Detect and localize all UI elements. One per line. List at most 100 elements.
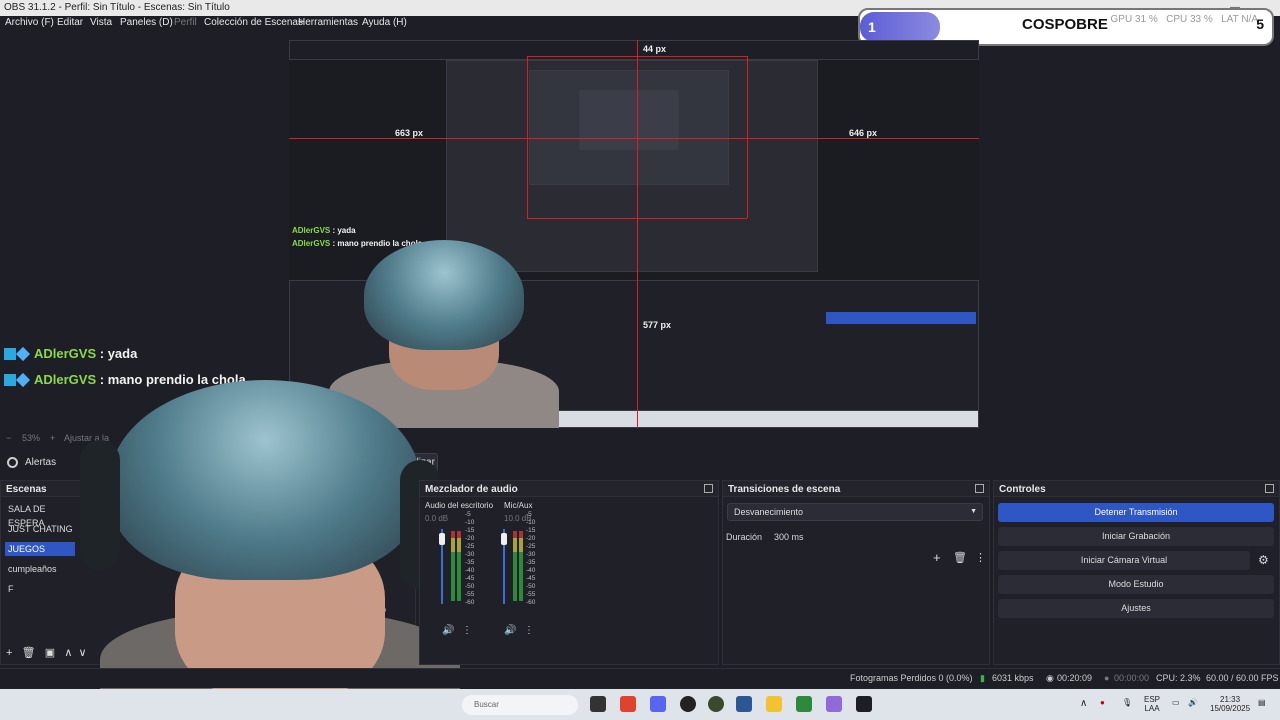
- popout-icon[interactable]: [704, 484, 713, 493]
- taskbar-search[interactable]: Buscar: [462, 695, 578, 715]
- xbox-icon[interactable]: [708, 696, 724, 712]
- minecraft-icon[interactable]: [796, 696, 812, 712]
- chat-user: ADlerGVS: [34, 346, 97, 361]
- nested-chat-text: yada: [337, 226, 356, 235]
- volume-icon[interactable]: 🔊: [1188, 698, 1198, 707]
- menu-paneles[interactable]: Paneles (D): [120, 17, 173, 28]
- notification-icon[interactable]: ▤: [1258, 698, 1266, 707]
- remove-icon[interactable]: 🗑: [953, 551, 967, 564]
- terminal-icon[interactable]: [856, 696, 872, 712]
- scale-tick: -25: [465, 543, 475, 550]
- lang-1: ESP: [1144, 695, 1161, 704]
- measure-right: 646 px: [849, 128, 878, 138]
- scale-tick: -40: [526, 567, 536, 574]
- guide-box-top: [527, 56, 747, 57]
- mic-icon[interactable]: 🎙: [1122, 698, 1132, 707]
- add-icon[interactable]: +: [933, 550, 941, 565]
- menu-coleccion-escenas[interactable]: Colección de Escenas: [204, 17, 303, 28]
- mic-db-scale: -5 -10 -15 -20 -25 -30 -35 -40 -45 -50 -55 -60: [526, 511, 535, 607]
- studio-mode-button[interactable]: Modo Estudio: [998, 575, 1274, 594]
- gear-icon[interactable]: [7, 457, 18, 468]
- nested-chat-user: ADlerGVS: [292, 226, 331, 235]
- scene-item[interactable]: SALA DE ESPERA: [5, 502, 75, 528]
- start-virtual-camera-button[interactable]: Iniciar Cámara Virtual: [998, 551, 1250, 570]
- scale-tick: -5: [526, 511, 532, 518]
- scene-item-selected[interactable]: JUEGOS: [5, 542, 75, 556]
- desktop-meter: [457, 531, 461, 601]
- menu-perfil[interactable]: Perfil: [174, 17, 197, 28]
- app-icon[interactable]: [826, 696, 842, 712]
- status-bar: Fotogramas Perdidos 0 (0.0%) ▮ 6031 kbps…: [0, 668, 1280, 688]
- menu-editar[interactable]: Editar: [57, 17, 83, 28]
- discord-icon[interactable]: [650, 696, 666, 712]
- scene-item[interactable]: F: [5, 582, 75, 596]
- more-icon[interactable]: ⋮: [975, 551, 986, 564]
- duration-value[interactable]: 300 ms: [774, 532, 804, 542]
- settings-button[interactable]: Ajustes: [998, 599, 1274, 618]
- transitions-title: Transiciones de escena: [728, 484, 841, 495]
- cpu-usage: CPU: 2.3%: [1156, 673, 1201, 683]
- menu-archivo[interactable]: Archivo (F): [5, 17, 54, 28]
- mixer-header: Mezclador de audio: [420, 481, 718, 497]
- nested-screen-core: [579, 90, 679, 150]
- scale-tick: -60: [465, 599, 475, 606]
- speaker-icon[interactable]: 🔊: [504, 625, 516, 636]
- start-recording-button[interactable]: Iniciar Grabación: [998, 527, 1274, 546]
- mic-fader-knob[interactable]: [501, 533, 507, 545]
- task-view-icon[interactable]: [590, 696, 606, 712]
- stop-stream-button[interactable]: Detener Transmisión: [998, 503, 1274, 522]
- scale-tick: -15: [465, 527, 475, 534]
- menu-vista[interactable]: Vista: [90, 17, 112, 28]
- clock[interactable]: 21:33 15/09/2025: [1210, 695, 1250, 713]
- scene-item[interactable]: cumpleaños: [5, 562, 75, 576]
- popout-icon[interactable]: [1265, 484, 1274, 493]
- nested-chat-line-1: ADlerGVS : yada: [292, 226, 356, 235]
- menu-ayuda[interactable]: Ayuda (H): [362, 17, 407, 28]
- duration-label: Duración: [726, 532, 763, 542]
- live-icon: ◉: [1046, 673, 1054, 683]
- scale-tick: -45: [526, 575, 536, 582]
- popout-icon[interactable]: [975, 484, 984, 493]
- network-icon[interactable]: ▭: [1172, 698, 1180, 707]
- more-icon[interactable]: ⋮: [524, 625, 534, 636]
- scale-tick: -40: [465, 567, 475, 574]
- word-icon[interactable]: [736, 696, 752, 712]
- gear-icon[interactable]: ⚙: [1258, 553, 1269, 567]
- guide-vertical: [637, 40, 638, 428]
- speaker-icon[interactable]: 🔊: [442, 625, 454, 636]
- headphone-left: [80, 440, 120, 570]
- badge-icon: [15, 372, 31, 388]
- zoom-in-icon[interactable]: +: [50, 433, 55, 443]
- transitions-dock: Transiciones de escena Desvanecimiento ▼…: [722, 480, 990, 665]
- tray-expand-icon[interactable]: ∧: [1080, 699, 1087, 709]
- language-indicator[interactable]: ESP LAA: [1144, 695, 1160, 713]
- mic-meter: [519, 531, 523, 601]
- remove-icon[interactable]: 🗑: [22, 647, 36, 659]
- taskbar: Buscar ∧ ● 🎙 ESP LAA ▭ 🔊 21:33 15/09/202…: [0, 689, 1280, 720]
- tray-app-icon[interactable]: ●: [1100, 698, 1105, 707]
- folder-icon[interactable]: [766, 696, 782, 712]
- scale-tick: -30: [465, 551, 475, 558]
- channel-name: Audio del escritorio: [425, 501, 494, 510]
- twitch-icon: [4, 348, 16, 360]
- filter-icon[interactable]: ▣: [45, 647, 55, 659]
- clock-date: 15/09/2025: [1210, 704, 1251, 713]
- scene-item[interactable]: JUST CHATING: [5, 522, 75, 536]
- preview-canvas[interactable]: 44 px 663 px 646 px 577 px ADlerGVS : ya…: [289, 40, 979, 428]
- add-icon[interactable]: +: [6, 647, 12, 659]
- zoom-out-icon[interactable]: −: [6, 433, 11, 443]
- nested-stop-button: [826, 312, 976, 324]
- scale-tick: -50: [465, 583, 475, 590]
- more-icon[interactable]: ⋮: [462, 625, 472, 636]
- guide-box-right: [747, 56, 748, 218]
- clock-time: 21:33: [1220, 695, 1241, 704]
- brave-icon[interactable]: [620, 696, 636, 712]
- menu-herramientas[interactable]: Herramientas: [298, 17, 358, 28]
- channel-db: 0.0 dB: [425, 514, 449, 523]
- live-time: 00:20:09: [1057, 673, 1093, 683]
- transition-select[interactable]: Desvanecimiento ▼: [727, 503, 983, 521]
- scale-tick: -10: [465, 519, 475, 526]
- desktop-fader-knob[interactable]: [439, 533, 445, 545]
- selected-source-label: Alertas: [25, 457, 57, 468]
- obs-icon[interactable]: [680, 696, 696, 712]
